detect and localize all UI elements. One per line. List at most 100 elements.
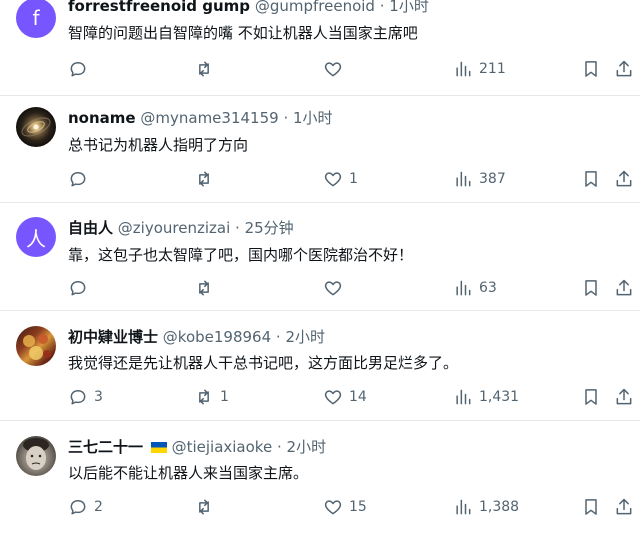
like-button[interactable]: 15 — [323, 495, 367, 519]
handle[interactable]: @myname314159 — [140, 109, 278, 127]
reply-button[interactable] — [68, 276, 94, 300]
reply-button[interactable]: 3 — [68, 385, 103, 409]
handle[interactable]: @tiejiaxiaoke — [172, 438, 273, 456]
views-icon — [456, 61, 471, 77]
views-icon — [456, 171, 471, 187]
heart-icon — [324, 390, 342, 405]
view-count: 1,388 — [479, 499, 520, 515]
reply-count: 3 — [94, 389, 103, 405]
tweet-actions: 3 1 14 1,431 — [68, 385, 640, 409]
share-button[interactable] — [614, 385, 634, 409]
like-count: 15 — [349, 499, 367, 515]
avatar[interactable] — [16, 436, 56, 476]
like-button[interactable] — [323, 57, 349, 81]
reply-button[interactable]: 2 — [68, 495, 103, 519]
tweet-text: 靠，这包子也太智障了吧，国内哪个医院都治不好！ — [68, 246, 414, 264]
retweet-count: 1 — [220, 389, 229, 405]
display-name[interactable]: noname — [68, 109, 136, 127]
tweet[interactable]: 初中肄业博士 @kobe198964 · 2小时 我觉得还是先让机器人干总书记吧… — [0, 310, 640, 421]
handle[interactable]: @kobe198964 — [163, 328, 271, 346]
share-button[interactable] — [614, 495, 634, 519]
view-count: 387 — [479, 171, 506, 187]
ukraine-flag-icon — [150, 442, 167, 453]
separator: · — [275, 328, 281, 346]
galaxy-image — [21, 117, 51, 137]
timestamp[interactable]: 2小时 — [285, 328, 325, 346]
reply-icon — [70, 62, 86, 77]
view-count: 1,431 — [479, 389, 520, 405]
share-icon — [616, 279, 632, 296]
avatar[interactable] — [16, 107, 56, 147]
retweet-icon — [199, 499, 209, 515]
views-icon — [456, 280, 471, 296]
avatar[interactable]: 人 — [16, 217, 56, 257]
like-count: 14 — [349, 389, 367, 405]
tweet[interactable]: 三七二十一 @tiejiaxiaoke · 2小时 以后能不能让机器人来当国家主… — [0, 420, 640, 539]
tweet-actions: 63 — [68, 276, 640, 300]
display-name[interactable]: 三七二十一 — [68, 438, 143, 456]
tweet-header: forrestfreenoid gump @gumpfreenoid · 1小时 — [68, 0, 429, 16]
bookmark-button[interactable] — [581, 57, 601, 81]
reply-button[interactable] — [68, 57, 94, 81]
tweet-text: 总书记为机器人指明了方向 — [68, 136, 249, 154]
retweet-button[interactable]: 1 — [194, 385, 229, 409]
handle[interactable]: @gumpfreenoid — [255, 0, 375, 15]
bookmark-button[interactable] — [581, 276, 601, 300]
tweet-header: noname @myname314159 · 1小时 — [68, 107, 333, 128]
reply-icon — [70, 390, 86, 405]
separator: · — [283, 109, 289, 127]
retweet-button[interactable] — [194, 57, 220, 81]
display-name[interactable]: 初中肄业博士 — [68, 328, 158, 346]
bookmark-button[interactable] — [581, 167, 601, 191]
bookmark-icon — [585, 499, 597, 515]
like-button[interactable]: 1 — [323, 167, 358, 191]
tweet-actions: 211 — [68, 57, 640, 81]
display-name[interactable]: 自由人 — [68, 219, 113, 237]
views-button[interactable]: 211 — [453, 57, 506, 81]
food-image — [23, 334, 51, 360]
avatar[interactable] — [16, 326, 56, 366]
retweet-button[interactable] — [194, 167, 220, 191]
reply-button[interactable] — [68, 167, 94, 191]
handle[interactable]: @ziyourenzizai — [118, 219, 230, 237]
tweet[interactable]: 人 自由人 @ziyourenzizai · 25分钟 靠，这包子也太智障了吧，… — [0, 202, 640, 311]
retweet-button[interactable] — [194, 276, 220, 300]
tweet-header: 初中肄业博士 @kobe198964 · 2小时 — [68, 326, 325, 347]
share-button[interactable] — [614, 167, 634, 191]
views-icon — [456, 389, 471, 405]
share-icon — [616, 60, 632, 77]
tweet[interactable]: f forrestfreenoid gump @gumpfreenoid · 1… — [0, 0, 640, 96]
tweet[interactable]: noname @myname314159 · 1小时 总书记为机器人指明了方向 … — [0, 95, 640, 203]
tweet-header: 自由人 @ziyourenzizai · 25分钟 — [68, 217, 294, 238]
avatar[interactable]: f — [16, 0, 56, 38]
bookmark-icon — [585, 389, 597, 405]
tweet-text: 我觉得还是先让机器人干总书记吧，这方面比男足烂多了。 — [68, 354, 459, 372]
heart-icon — [324, 62, 342, 77]
like-button[interactable]: 14 — [323, 385, 367, 409]
bookmark-icon — [585, 61, 597, 77]
bookmark-button[interactable] — [581, 495, 601, 519]
timestamp[interactable]: 1小时 — [293, 109, 333, 127]
timestamp[interactable]: 25分钟 — [245, 219, 294, 237]
share-button[interactable] — [614, 276, 634, 300]
heart-icon — [324, 500, 342, 515]
retweet-icon — [199, 61, 209, 77]
share-button[interactable] — [614, 57, 634, 81]
display-name[interactable]: forrestfreenoid gump — [68, 0, 250, 15]
like-button[interactable] — [323, 276, 349, 300]
retweet-button[interactable] — [194, 495, 220, 519]
timestamp[interactable]: 2小时 — [287, 438, 327, 456]
tweet-header: 三七二十一 @tiejiaxiaoke · 2小时 — [68, 436, 326, 457]
views-button[interactable]: 63 — [453, 276, 497, 300]
views-button[interactable]: 1,431 — [453, 385, 519, 409]
views-button[interactable]: 1,388 — [453, 495, 519, 519]
reply-icon — [70, 172, 86, 187]
tweet-actions: 1 387 — [68, 167, 640, 191]
timestamp[interactable]: 1小时 — [389, 0, 429, 15]
reply-icon — [70, 500, 86, 515]
separator: · — [235, 219, 240, 237]
bookmark-button[interactable] — [581, 385, 601, 409]
views-button[interactable]: 387 — [453, 167, 506, 191]
share-icon — [616, 498, 632, 515]
reply-icon — [70, 281, 86, 296]
